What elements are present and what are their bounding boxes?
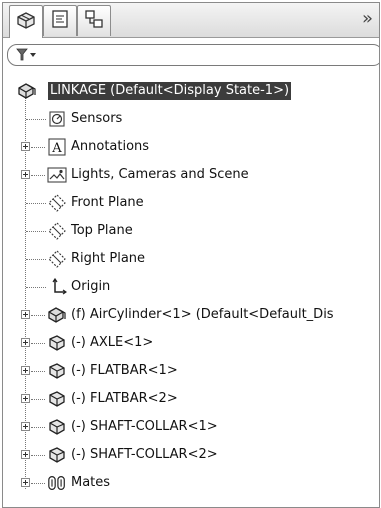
tree-item-label: (-) FLATBAR<1> (71, 363, 178, 378)
filter-bar (3, 38, 379, 70)
tree-item-front-plane[interactable]: Front Plane (3, 189, 379, 217)
svg-text:A: A (51, 141, 62, 156)
expand-icon[interactable] (21, 142, 30, 151)
tree-item-right-plane[interactable]: Right Plane (3, 245, 379, 273)
filter-icon[interactable] (16, 48, 38, 66)
tree-item-sensors[interactable]: Sensors (3, 105, 379, 133)
expand-icon[interactable] (21, 310, 30, 319)
tree-item-label: Right Plane (71, 251, 146, 266)
expand-icon[interactable] (21, 450, 30, 459)
subassembly-icon (47, 305, 67, 325)
expand-icon[interactable] (21, 478, 30, 487)
tree-item-origin[interactable]: Origin (3, 273, 379, 301)
expand-icon[interactable] (21, 366, 30, 375)
property-manager-icon (49, 8, 71, 34)
origin-icon (47, 277, 67, 297)
part-icon (47, 389, 67, 409)
expand-icon[interactable] (21, 422, 30, 431)
plane-icon (47, 193, 67, 213)
tree-item-label: (-) SHAFT-COLLAR<2> (71, 447, 218, 462)
configuration-manager-icon (83, 8, 105, 34)
tree-item-label: Annotations (71, 139, 150, 154)
part-icon (47, 445, 67, 465)
tree-item-label: Origin (71, 279, 111, 294)
feature-tree: LINKAGE (Default<Display State-1>) Senso… (3, 71, 379, 507)
tree-item-shaft-collar-2[interactable]: (-) SHAFT-COLLAR<2> (3, 441, 379, 469)
tree-item-label: (-) AXLE<1> (71, 335, 154, 350)
filter-input[interactable] (7, 44, 379, 66)
tree-item-label: Front Plane (71, 195, 144, 210)
part-tree-icon (15, 9, 37, 35)
tree-item-label: (-) SHAFT-COLLAR<1> (71, 419, 218, 434)
tree-item-top-plane[interactable]: Top Plane (3, 217, 379, 245)
tree-root-label: LINKAGE (Default<Display State-1>) (48, 82, 292, 100)
plane-icon (47, 221, 67, 241)
tab-featuremanager[interactable] (9, 5, 43, 38)
tree-item-lights-cameras[interactable]: Lights, Cameras and Scene (3, 161, 379, 189)
plane-icon (47, 249, 67, 269)
tab-propertymanager[interactable] (43, 5, 77, 36)
tree-item-flatbar-2[interactable]: (-) FLATBAR<2> (3, 385, 379, 413)
feature-manager-panel: » LINKAGE (Default<Display State-1>) Sen… (2, 2, 380, 508)
assembly-icon (17, 81, 37, 101)
tree-item-axle[interactable]: (-) AXLE<1> (3, 329, 379, 357)
expand-icon[interactable] (21, 338, 30, 347)
tree-item-label: Lights, Cameras and Scene (71, 167, 249, 182)
double-chevron-right-icon[interactable]: » (362, 9, 373, 29)
tree-item-label: Sensors (71, 111, 123, 126)
tree-root-linkage[interactable]: LINKAGE (Default<Display State-1>) (3, 77, 379, 105)
expand-icon[interactable] (21, 170, 30, 179)
tree-item-label: Mates (71, 475, 111, 490)
tree-item-annotations[interactable]: A Annotations (3, 133, 379, 161)
tree-item-shaft-collar-1[interactable]: (-) SHAFT-COLLAR<1> (3, 413, 379, 441)
annotations-icon: A (47, 137, 67, 157)
tab-configurationmanager[interactable] (77, 5, 111, 36)
manager-tab-strip: » (3, 3, 379, 38)
mates-icon (47, 473, 67, 493)
tree-item-aircylinder[interactable]: (f) AirCylinder<1> (Default<Default_Dis (3, 301, 379, 329)
part-icon (47, 417, 67, 437)
expand-icon[interactable] (21, 394, 30, 403)
tree-item-label: (f) AirCylinder<1> (Default<Default_Dis (71, 307, 334, 322)
tree-item-mates[interactable]: Mates (3, 469, 379, 497)
part-icon (47, 361, 67, 381)
tree-item-label: Top Plane (71, 223, 133, 238)
tree-item-flatbar-1[interactable]: (-) FLATBAR<1> (3, 357, 379, 385)
part-icon (47, 333, 67, 353)
lights-cameras-icon (47, 165, 67, 185)
tree-item-label: (-) FLATBAR<2> (71, 391, 178, 406)
sensors-icon (47, 109, 67, 129)
